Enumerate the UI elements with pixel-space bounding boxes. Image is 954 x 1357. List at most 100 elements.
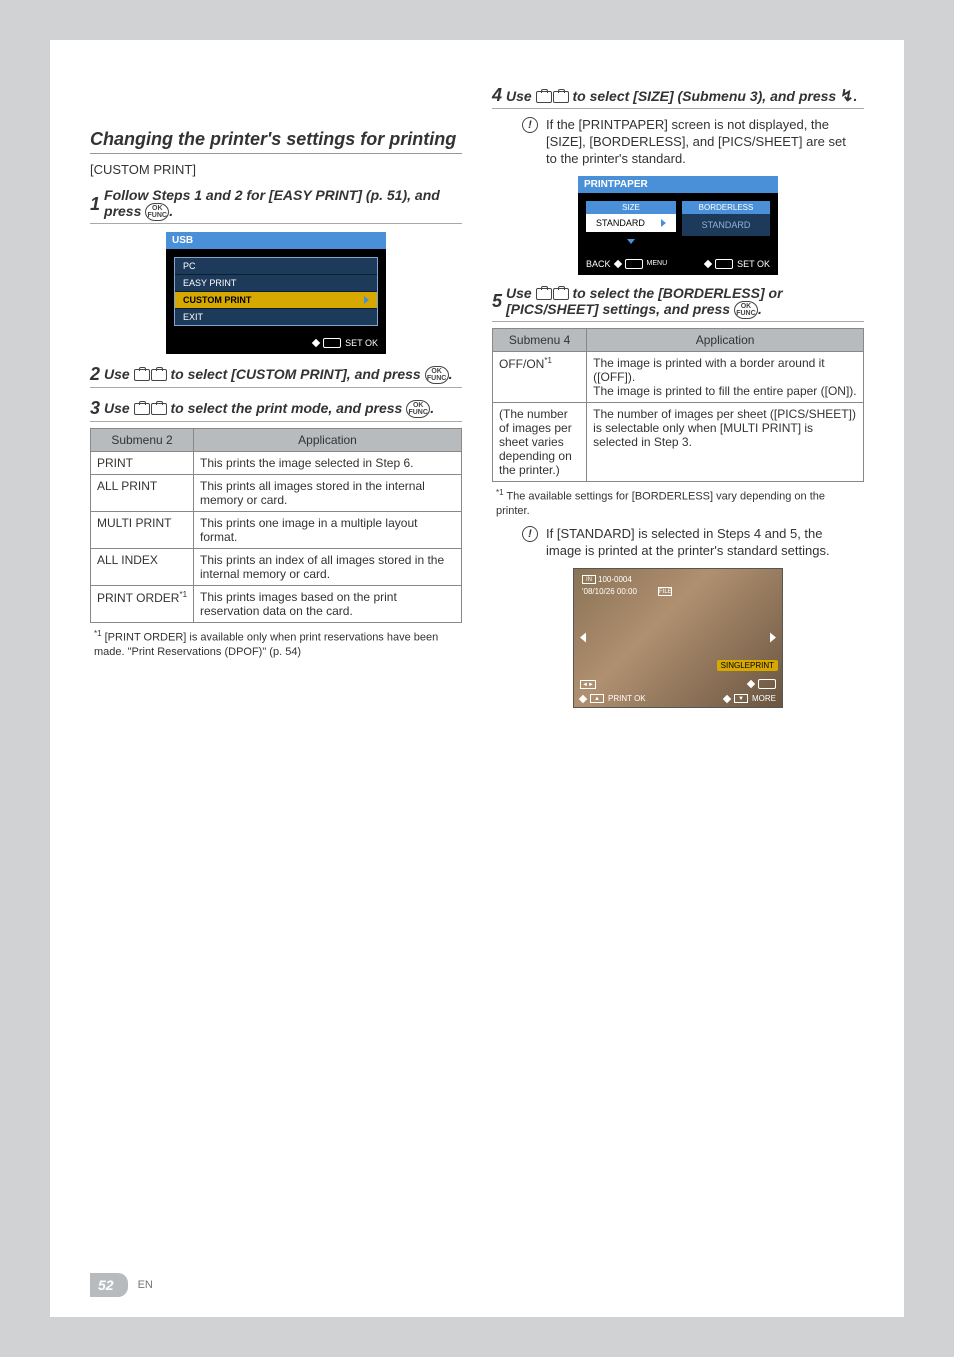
table-header: Application bbox=[587, 328, 864, 351]
table-val: The number of images per sheet ([PICS/SH… bbox=[587, 402, 864, 481]
step-number: 3 bbox=[90, 398, 100, 419]
step-1: 1 Follow Steps 1 and 2 for [EASY PRINT] … bbox=[90, 187, 462, 224]
chevron-right-icon bbox=[661, 219, 666, 227]
subtitle: [CUSTOM PRINT] bbox=[90, 162, 462, 177]
lcd-printpaper: PRINTPAPER SIZE STANDARD BORDERLESS bbox=[578, 176, 778, 275]
note-text: If [STANDARD] is selected in Steps 4 and… bbox=[546, 526, 854, 560]
step-3: 3 Use to select the print mode, and pres… bbox=[90, 398, 462, 422]
up-down-nav-icon bbox=[536, 91, 569, 103]
table-val: This prints an index of all images store… bbox=[194, 549, 462, 586]
lcd-menu-item-selected: CUSTOM PRINT bbox=[175, 292, 377, 309]
lcd-title: PRINTPAPER bbox=[578, 176, 778, 193]
ok-func-icon: OKFUNC bbox=[734, 301, 758, 319]
flash-right-icon: ↯ bbox=[840, 86, 853, 106]
step-4: 4 Use to select [SIZE] (Submenu 3), and … bbox=[492, 85, 864, 109]
lcd-usb-menu: USB PC EASY PRINT CUSTOM PRINT EXIT SET … bbox=[166, 232, 386, 354]
singleprint-badge: SINGLEPRINT bbox=[717, 660, 778, 671]
in-badge: IN bbox=[582, 575, 596, 584]
info-icon: ! bbox=[522, 117, 538, 133]
lcd-menu-item: EXIT bbox=[175, 309, 377, 325]
table-key: OFF/ON*1 bbox=[493, 351, 587, 402]
chevron-right-icon bbox=[364, 296, 369, 304]
lcd-back: BACK bbox=[586, 259, 611, 269]
footnote: *1 [PRINT ORDER] is available only when … bbox=[94, 629, 458, 659]
lcd-menu-item: PC bbox=[175, 258, 377, 275]
page-footer: 52 EN bbox=[90, 1273, 864, 1297]
overlay-more-label: ▼MORE bbox=[724, 694, 776, 703]
table-val: This prints the image selected in Step 6… bbox=[194, 452, 462, 475]
step-text: to select the print mode, and press bbox=[170, 400, 406, 416]
lcd-title: USB bbox=[166, 232, 386, 249]
lcd-menu-label: MENU bbox=[647, 260, 668, 267]
key-icon bbox=[715, 259, 733, 269]
chevron-down-icon bbox=[627, 239, 635, 244]
key-icon bbox=[323, 338, 341, 348]
step-number: 2 bbox=[90, 364, 100, 385]
table-key: PRINT bbox=[91, 452, 194, 475]
lcd-col-header: BORDERLESS bbox=[682, 201, 770, 214]
note-text: If the [PRINTPAPER] screen is not displa… bbox=[546, 117, 854, 168]
table-key: ALL PRINT bbox=[91, 475, 194, 512]
nav-left-icon bbox=[580, 631, 586, 646]
table-key: PRINT ORDER*1 bbox=[91, 586, 194, 623]
lcd-photo-preview: IN 100-0004 '08/10/26 00:00 FILE SINGLEP… bbox=[573, 568, 783, 708]
step-text: Use bbox=[104, 366, 134, 382]
print-mode-table: Submenu 2 Application PRINTThis prints t… bbox=[90, 428, 462, 623]
step-text-end: . bbox=[758, 301, 762, 317]
up-down-nav-icon bbox=[134, 369, 167, 381]
diamond-icon bbox=[312, 339, 320, 347]
step-5: 5 Use to select the [BORDERLESS] or [PIC… bbox=[492, 285, 864, 322]
borderless-table: Submenu 4 Application OFF/ON*1 The image… bbox=[492, 328, 864, 482]
overlay-print-label: ▲PRINT OK bbox=[580, 694, 646, 703]
lcd-menu-item: EASY PRINT bbox=[175, 275, 377, 292]
lcd-foot-text: SET OK bbox=[345, 338, 378, 348]
file-badge: FILE bbox=[658, 587, 672, 596]
step-number: 1 bbox=[90, 194, 100, 215]
overlay-top-left: IN 100-0004 '08/10/26 00:00 FILE bbox=[582, 575, 634, 584]
overlay-bottom-left: ◄► bbox=[580, 680, 596, 689]
lcd-foot-text: SET OK bbox=[737, 259, 770, 269]
page-footer-lang: EN bbox=[138, 1279, 153, 1291]
table-val: The image is printed with a border aroun… bbox=[587, 351, 864, 402]
nav-right-icon bbox=[770, 631, 776, 646]
up-down-nav-icon bbox=[134, 403, 167, 415]
step-text-end: . bbox=[430, 400, 434, 416]
step-text: Use bbox=[506, 88, 536, 104]
step-text-end: . bbox=[854, 88, 858, 104]
footnote: *1 The available settings for [BORDERLES… bbox=[496, 488, 860, 518]
table-val: This prints images based on the print re… bbox=[194, 586, 462, 623]
page-number-badge: 52 bbox=[90, 1273, 128, 1297]
ok-func-icon: OKFUNC bbox=[425, 366, 449, 384]
note: ! If the [PRINTPAPER] screen is not disp… bbox=[522, 117, 854, 168]
table-val: This prints one image in a multiple layo… bbox=[194, 512, 462, 549]
lcd-col-header: SIZE bbox=[586, 201, 676, 214]
step-number: 4 bbox=[492, 85, 502, 106]
up-down-nav-icon bbox=[536, 288, 569, 300]
ok-func-icon: OKFUNC bbox=[145, 203, 169, 221]
table-key: ALL INDEX bbox=[91, 549, 194, 586]
step-text-end: . bbox=[169, 203, 173, 219]
key-icon bbox=[625, 259, 643, 269]
note: ! If [STANDARD] is selected in Steps 4 a… bbox=[522, 526, 854, 560]
step-text: Use bbox=[104, 400, 134, 416]
table-key: MULTI PRINT bbox=[91, 512, 194, 549]
ok-func-icon: OKFUNC bbox=[406, 400, 430, 418]
overlay-bottom-right bbox=[748, 679, 776, 689]
step-text: to select [SIZE] (Submenu 3), and press bbox=[572, 88, 840, 104]
step-text: Use bbox=[506, 285, 536, 301]
step-text-end: . bbox=[449, 366, 453, 382]
step-number: 5 bbox=[492, 291, 502, 312]
step-text: to select [CUSTOM PRINT], and press bbox=[170, 366, 424, 382]
step-2: 2 Use to select [CUSTOM PRINT], and pres… bbox=[90, 364, 462, 388]
table-key: (The number of images per sheet varies d… bbox=[493, 402, 587, 481]
table-header: Submenu 4 bbox=[493, 328, 587, 351]
table-header: Application bbox=[194, 429, 462, 452]
table-val: This prints all images stored in the int… bbox=[194, 475, 462, 512]
lcd-borderless-val: STANDARD bbox=[682, 214, 770, 236]
lcd-paper-size: STANDARD bbox=[586, 214, 676, 232]
info-icon: ! bbox=[522, 526, 538, 542]
diamond-icon bbox=[613, 259, 621, 267]
section-title: Changing the printer's settings for prin… bbox=[90, 129, 462, 154]
diamond-icon bbox=[704, 259, 712, 267]
table-header: Submenu 2 bbox=[91, 429, 194, 452]
